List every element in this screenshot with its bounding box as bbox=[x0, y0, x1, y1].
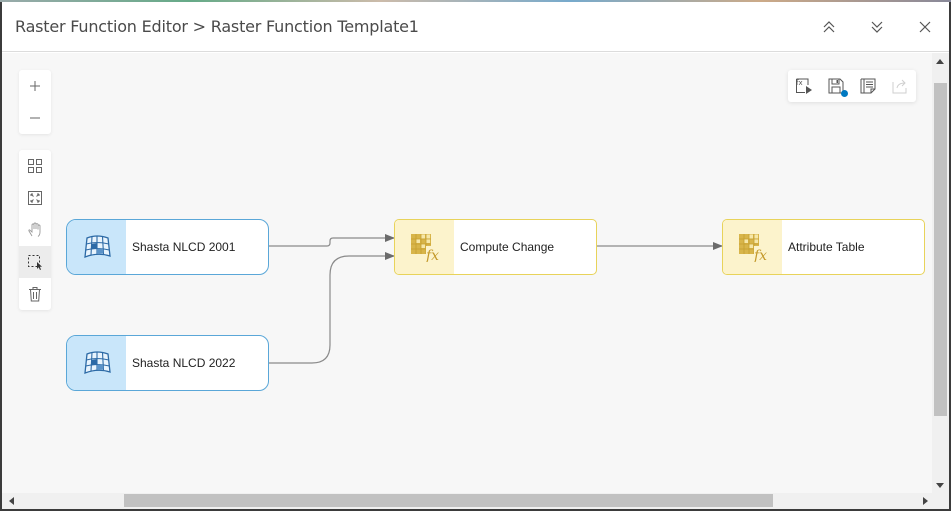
zoom-in-button[interactable] bbox=[19, 70, 51, 102]
double-chevron-up-icon bbox=[823, 21, 835, 33]
node-compute-change[interactable]: fx Compute Change bbox=[394, 219, 597, 275]
raster-function-icon: fx bbox=[410, 234, 441, 262]
zoom-controls bbox=[19, 70, 51, 134]
fit-screen-icon bbox=[28, 191, 42, 205]
zoom-out-button[interactable] bbox=[19, 102, 51, 134]
hand-icon bbox=[28, 222, 41, 237]
save-button[interactable] bbox=[820, 70, 852, 102]
collapse-down-button[interactable] bbox=[866, 16, 888, 38]
horizontal-scroll-thumb[interactable] bbox=[124, 494, 773, 507]
select-button[interactable] bbox=[19, 246, 51, 278]
diagram-canvas[interactable]: fx Shasta NLCD 2001 Shasta NLCD 2022 fx … bbox=[2, 53, 932, 493]
collapse-up-button[interactable] bbox=[818, 16, 840, 38]
node-label: Compute Change bbox=[460, 240, 555, 254]
node-icon-area: fx bbox=[395, 220, 454, 274]
scroll-down-arrow[interactable] bbox=[936, 483, 944, 488]
export-button[interactable] bbox=[884, 70, 916, 102]
scroll-up-arrow[interactable] bbox=[936, 59, 944, 64]
node-label: Shasta NLCD 2001 bbox=[132, 240, 236, 254]
horizontal-scrollbar[interactable] bbox=[2, 493, 932, 509]
fx-play-icon: fx bbox=[796, 78, 812, 94]
scroll-right-arrow[interactable] bbox=[923, 497, 928, 505]
editor-toolbar: fx bbox=[788, 70, 916, 102]
unsaved-badge bbox=[841, 90, 848, 97]
window-header: Raster Function Editor > Raster Function… bbox=[2, 2, 949, 52]
grid-icon bbox=[28, 159, 42, 173]
vertical-scroll-thumb[interactable] bbox=[934, 83, 947, 416]
scrollbar-corner bbox=[932, 493, 949, 509]
properties-icon bbox=[860, 78, 876, 94]
close-icon bbox=[919, 21, 931, 33]
node-shasta-nlcd-2001[interactable]: Shasta NLCD 2001 bbox=[66, 219, 269, 275]
node-icon-area bbox=[67, 336, 126, 390]
node-icon-area: fx bbox=[723, 220, 782, 274]
node-shasta-nlcd-2022[interactable]: Shasta NLCD 2022 bbox=[66, 335, 269, 391]
vertical-scrollbar[interactable] bbox=[932, 53, 949, 493]
minus-icon bbox=[30, 117, 40, 119]
link-n2-n3[interactable] bbox=[268, 252, 395, 364]
pan-button[interactable] bbox=[19, 214, 51, 246]
link-n1-n3[interactable] bbox=[268, 234, 395, 247]
export-icon bbox=[892, 79, 907, 94]
svg-text:fx: fx bbox=[425, 248, 439, 262]
raster-function-editor-window: Raster Function Editor > Raster Function… bbox=[2, 2, 949, 509]
raster-function-icon: fx bbox=[738, 234, 769, 262]
properties-button[interactable] bbox=[852, 70, 884, 102]
node-label: Shasta NLCD 2022 bbox=[132, 356, 236, 370]
double-chevron-down-icon bbox=[871, 21, 883, 33]
delete-button[interactable] bbox=[19, 278, 51, 310]
run-function-button[interactable]: fx bbox=[788, 70, 820, 102]
window-title: Raster Function Editor > Raster Function… bbox=[15, 17, 419, 36]
raster-dataset-icon bbox=[83, 351, 111, 374]
plus-icon bbox=[30, 81, 40, 91]
raster-dataset-icon bbox=[83, 235, 111, 258]
fit-to-window-button[interactable] bbox=[19, 182, 51, 214]
auto-layout-button[interactable] bbox=[19, 150, 51, 182]
scroll-left-arrow[interactable] bbox=[9, 497, 14, 505]
node-attribute-table[interactable]: fx Attribute Table bbox=[722, 219, 925, 275]
marquee-select-icon bbox=[28, 255, 42, 270]
close-button[interactable] bbox=[914, 16, 936, 38]
svg-text:fx: fx bbox=[753, 248, 767, 262]
trash-icon bbox=[29, 287, 41, 302]
canvas-tools bbox=[19, 150, 51, 310]
node-icon-area bbox=[67, 220, 126, 274]
node-label: Attribute Table bbox=[788, 240, 865, 254]
